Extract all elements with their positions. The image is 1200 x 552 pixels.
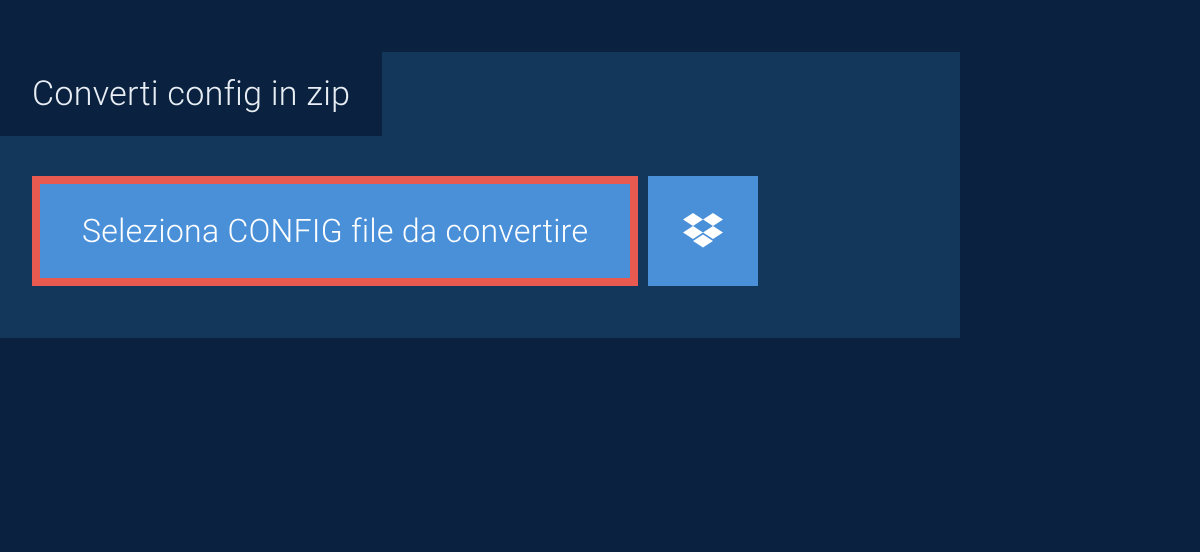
dropbox-icon <box>683 213 723 249</box>
select-file-button[interactable]: Seleziona CONFIG file da convertire <box>32 176 638 286</box>
tab-header[interactable]: Converti config in zip <box>0 52 382 136</box>
tab-title: Converti config in zip <box>32 74 350 114</box>
file-select-row: Seleziona CONFIG file da convertire <box>32 176 960 286</box>
select-file-label: Seleziona CONFIG file da convertire <box>82 212 588 250</box>
converter-panel: Converti config in zip Seleziona CONFIG … <box>0 52 960 338</box>
dropbox-button[interactable] <box>648 176 758 286</box>
